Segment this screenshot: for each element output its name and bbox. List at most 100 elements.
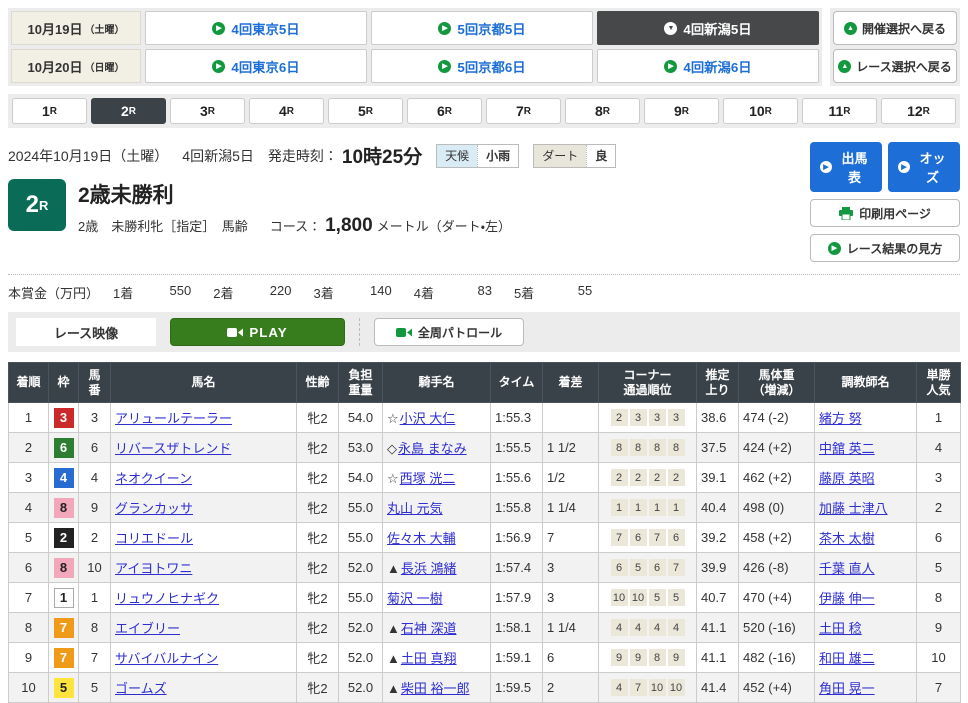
waku-cell: 7 [49, 613, 79, 643]
race-tab-1r[interactable]: 1R [12, 98, 87, 124]
waku-cell: 1 [49, 583, 79, 613]
race-tab-number: 12 [907, 103, 923, 119]
jockey-name-link[interactable]: 西塚 洸二 [400, 471, 456, 486]
meeting-button[interactable]: 4回東京5日 [145, 11, 367, 45]
corner-position: 7 [668, 559, 685, 576]
race-tab-5r[interactable]: 5R [328, 98, 403, 124]
results-guide-button[interactable]: レース結果の見方 [810, 234, 960, 262]
race-tab-11r[interactable]: 11R [802, 98, 877, 124]
race-tab-8r[interactable]: 8R [565, 98, 640, 124]
corner-position: 7 [611, 529, 628, 546]
race-tab-7r[interactable]: 7R [486, 98, 561, 124]
jockey-name-link[interactable]: 小沢 大仁 [400, 411, 456, 426]
corner-position: 10 [668, 679, 685, 696]
horse-name-link[interactable]: サバイバルナイン [115, 651, 218, 666]
race-tab-suffix: R [524, 106, 531, 117]
waku-number: 3 [54, 408, 74, 428]
finish-time: 1:59.5 [491, 673, 543, 703]
odds-button[interactable]: オッズ [888, 142, 960, 192]
horse-name-link[interactable]: グランカッサ [115, 501, 193, 516]
margin: 1 1/2 [543, 433, 599, 463]
jockey-apprentice-mark: ▲ [387, 621, 400, 636]
meeting-button[interactable]: 5回京都6日 [371, 49, 593, 83]
jockey-name-link[interactable]: 佐々木 大輔 [387, 531, 456, 546]
margin: 1 1/4 [543, 493, 599, 523]
horse-name-link[interactable]: リバースザトレンド [115, 441, 231, 456]
waku-number: 8 [54, 558, 74, 578]
waku-cell: 2 [49, 523, 79, 553]
trainer-name-link[interactable]: 土田 稔 [819, 621, 862, 636]
course-distance: 1,800 [325, 215, 373, 237]
jockey-name-link[interactable]: 石神 深道 [401, 621, 457, 636]
meeting-button[interactable]: 5回京都5日 [371, 11, 593, 45]
corner-position: 7 [630, 679, 647, 696]
race-date-line: 2024年10月19日（土曜） 4回新潟5日 発走時刻： 10時25分 天候 小… [8, 142, 810, 169]
jockey-cell: 菊沢 一樹 [383, 583, 491, 613]
horse-name-link[interactable]: アリュールテーラー [115, 411, 232, 426]
jockey-name-link[interactable]: 丸山 元気 [387, 501, 443, 516]
back-button[interactable]: 開催選択へ戻る [833, 11, 957, 45]
trainer-name-link[interactable]: 千葉 直人 [819, 561, 875, 576]
trainer-name-link[interactable]: 加藤 士津八 [819, 501, 888, 516]
horse-name-link[interactable]: ゴームズ [115, 681, 167, 696]
carried-weight: 52.0 [339, 553, 383, 583]
race-tab-2r[interactable]: 2R [91, 98, 166, 124]
back-button-label: 開催選択へ戻る [862, 20, 946, 37]
entry-table-button[interactable]: 出馬表 [810, 142, 882, 192]
meeting-button[interactable]: 4回新潟6日 [597, 49, 819, 83]
horse-name-link[interactable]: ネオクイーン [115, 471, 192, 486]
meeting-button[interactable]: 4回東京6日 [145, 49, 367, 83]
last-3f-time: 41.1 [697, 613, 739, 643]
meeting-label: 4回東京6日 [231, 57, 299, 76]
meeting-button[interactable]: 4回新潟5日 [597, 11, 819, 45]
horse-name-link[interactable]: アイヨトワニ [115, 561, 192, 576]
play-video-button[interactable]: PLAY [170, 318, 345, 346]
race-tab-suffix: R [603, 106, 610, 117]
trainer-name-link[interactable]: 中舘 英二 [819, 441, 875, 456]
race-tab-number: 5 [358, 103, 366, 119]
corner-position: 2 [630, 469, 647, 486]
sex-age: 牝2 [297, 433, 339, 463]
patrol-video-button[interactable]: 全周パトロール [374, 318, 524, 346]
back-button[interactable]: レース選択へ戻る [833, 49, 957, 83]
corner-positions: 2222 [599, 463, 697, 493]
trainer-name-link[interactable]: 伊藤 伸一 [819, 591, 875, 606]
print-page-button[interactable]: 印刷用ページ [810, 199, 960, 227]
horse-name-link[interactable]: コリエドール [115, 531, 193, 546]
corner-position: 8 [649, 439, 666, 456]
finish-position: 4 [9, 493, 49, 523]
waku-number: 8 [54, 498, 74, 518]
date-cell: 10月19日（土曜） [11, 11, 141, 45]
horse-name-link[interactable]: エイブリー [115, 621, 180, 636]
finish-position: 8 [9, 613, 49, 643]
jockey-name-link[interactable]: 菊沢 一樹 [387, 591, 443, 606]
jockey-name-link[interactable]: 永島 まなみ [398, 441, 467, 456]
day-row: 10月19日（土曜）4回東京5日5回京都5日4回新潟5日 [11, 11, 819, 45]
last-3f-time: 39.1 [697, 463, 739, 493]
race-tab-4r[interactable]: 4R [249, 98, 324, 124]
race-tab-10r[interactable]: 10R [723, 98, 798, 124]
sex-age: 牝2 [297, 403, 339, 433]
trainer-name-link[interactable]: 緒方 努 [819, 411, 862, 426]
column-header: 単勝 人気 [917, 363, 961, 403]
jockey-cell: 丸山 元気 [383, 493, 491, 523]
prize-amount: 55 [548, 283, 592, 302]
trainer-name-link[interactable]: 茶木 太樹 [819, 531, 875, 546]
race-tab-12r[interactable]: 12R [881, 98, 956, 124]
trainer-name-link[interactable]: 角田 晃一 [819, 681, 875, 696]
table-row: 266リバースザトレンド牝253.0◇永島 まなみ1:55.51 1/28888… [9, 433, 961, 463]
jockey-cell: ▲柴田 裕一郎 [383, 673, 491, 703]
column-header: タイム [491, 363, 543, 403]
finish-time: 1:57.9 [491, 583, 543, 613]
race-tab-3r[interactable]: 3R [170, 98, 245, 124]
race-tab-6r[interactable]: 6R [407, 98, 482, 124]
finish-time: 1:57.4 [491, 553, 543, 583]
jockey-name-link[interactable]: 長浜 鴻緒 [401, 561, 457, 576]
trainer-name-link[interactable]: 藤原 英昭 [819, 471, 875, 486]
race-tab-9r[interactable]: 9R [644, 98, 719, 124]
jockey-name-link[interactable]: 土田 真翔 [401, 651, 457, 666]
trainer-name-link[interactable]: 和田 雄二 [819, 651, 875, 666]
jockey-name-link[interactable]: 柴田 裕一郎 [401, 681, 470, 696]
horse-name-link[interactable]: リュウノヒナギク [115, 591, 219, 606]
horse-name-cell: ネオクイーン [111, 463, 297, 493]
